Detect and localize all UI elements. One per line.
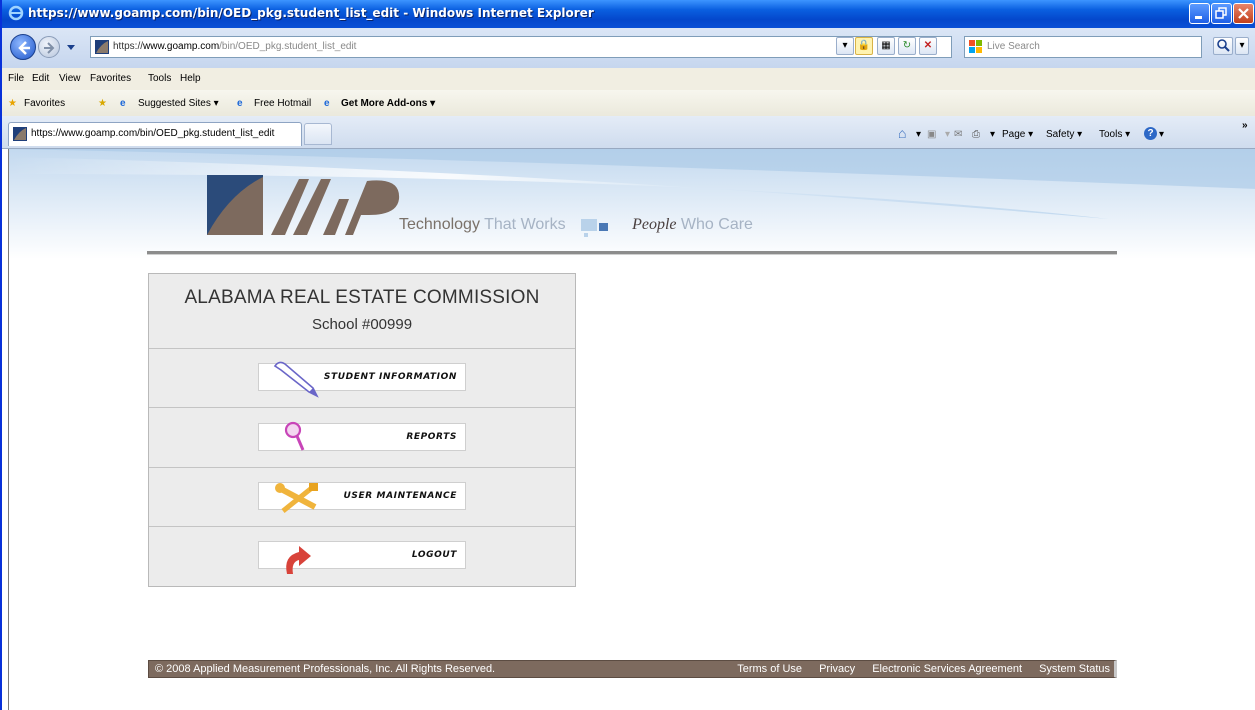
search-input[interactable]: Live Search	[964, 36, 1202, 58]
tagline-that-works: That Works	[479, 216, 566, 233]
live-search-icon	[969, 40, 982, 53]
footer-links: Terms of Use Privacy Electronic Services…	[723, 661, 1110, 677]
logout-arrow-icon	[286, 546, 311, 574]
back-button[interactable]	[10, 34, 36, 60]
free-hotmail-link[interactable]: Free Hotmail	[254, 98, 311, 109]
reports-button[interactable]: REPORTS	[258, 421, 466, 451]
agency-title: ALABAMA REAL ESTATE COMMISSION	[184, 287, 540, 308]
url-host: www.goamp.com	[143, 41, 220, 52]
safety-menu[interactable]: Safety ▾	[1046, 129, 1082, 140]
read-mail-icon[interactable]: ✉	[954, 129, 962, 140]
url-scheme: https://	[113, 41, 144, 52]
menu-tools[interactable]: Tools	[148, 73, 171, 84]
print-icon[interactable]: ⎙	[972, 129, 980, 140]
magnifier-icon	[284, 421, 305, 451]
address-toolbar: https://www.goamp.com/bin/OED_pkg.studen…	[2, 28, 1255, 68]
close-button[interactable]	[1233, 3, 1254, 24]
amp-favicon-icon	[13, 127, 27, 141]
print-dropdown-icon[interactable]: ▾	[990, 129, 995, 140]
menu-row-reports: REPORTS	[149, 408, 575, 468]
user-maintenance-label: USER MAINTENANCE	[343, 491, 457, 501]
back-arrow-icon	[18, 41, 30, 55]
logout-label: LOGOUT	[411, 550, 457, 560]
privacy-link[interactable]: Privacy	[819, 663, 855, 675]
student-information-label: STUDENT INFORMATION	[323, 372, 457, 382]
copyright-text: © 2008 Applied Measurement Professionals…	[155, 663, 496, 675]
electronic-services-agreement-link[interactable]: Electronic Services Agreement	[872, 663, 1022, 675]
ie-page-icon: e	[324, 98, 330, 109]
new-tab-button[interactable]	[304, 123, 332, 145]
favorites-button[interactable]: Favorites	[24, 98, 65, 109]
search-options-button[interactable]: ▾	[1235, 37, 1249, 55]
menu-edit[interactable]: Edit	[32, 73, 49, 84]
recent-pages-dropdown[interactable]	[66, 44, 76, 52]
logout-button[interactable]: LOGOUT	[258, 541, 466, 574]
tagline-people: People	[632, 216, 677, 233]
tab-label: https://www.goamp.com/bin/OED_pkg.studen…	[31, 128, 275, 139]
menu-file[interactable]: File	[8, 73, 24, 84]
menu-row-logout: LOGOUT	[149, 526, 575, 585]
ie-page-icon: e	[237, 98, 243, 109]
lock-icon[interactable]: 🔒	[855, 37, 873, 55]
browser-window: https://www.goamp.com/bin/OED_pkg.studen…	[0, 0, 1255, 710]
tab-active[interactable]: https://www.goamp.com/bin/OED_pkg.studen…	[8, 122, 302, 146]
reports-label: REPORTS	[406, 432, 457, 442]
magnifier-search-icon	[1217, 39, 1230, 52]
search-button[interactable]	[1213, 37, 1233, 55]
system-status-link[interactable]: System Status	[1039, 663, 1110, 675]
add-favorite-icon[interactable]: ★	[98, 98, 107, 109]
menu-view[interactable]: View	[59, 73, 81, 84]
stop-icon[interactable]: ✕	[919, 37, 937, 55]
menu-help[interactable]: Help	[180, 73, 201, 84]
menu-row-user-maintenance: USER MAINTENANCE	[149, 467, 575, 527]
pen-icon	[273, 361, 319, 398]
url-path: /bin/OED_pkg.student_list_edit	[219, 41, 357, 52]
title-bar: https://www.goamp.com/bin/OED_pkg.studen…	[2, 0, 1255, 28]
help-icon[interactable]: ?	[1144, 127, 1157, 140]
compatibility-view-icon[interactable]: ▦	[877, 37, 895, 55]
favorites-bar: ★ Favorites ★ e Suggested Sites ▾ e Free…	[2, 90, 1255, 116]
ie-icon	[8, 5, 24, 21]
user-maintenance-button[interactable]: USER MAINTENANCE	[258, 482, 466, 513]
page-menu[interactable]: Page ▾	[1002, 129, 1033, 140]
header-banner	[9, 149, 1255, 259]
home-dropdown-icon[interactable]: ▾	[916, 129, 921, 140]
chevron-more-icon[interactable]: »	[1242, 120, 1248, 131]
menu-bar: File Edit View Favorites Tools Help	[2, 68, 1255, 90]
feeds-icon[interactable]: ▣	[927, 129, 936, 140]
page-content: Technology That Works People Who Care AL…	[8, 149, 1255, 710]
page-footer: © 2008 Applied Measurement Professionals…	[148, 660, 1117, 678]
address-field[interactable]: https://www.goamp.com/bin/OED_pkg.studen…	[90, 36, 952, 58]
tab-row: https://www.goamp.com/bin/OED_pkg.studen…	[2, 116, 1255, 149]
refresh-icon[interactable]: ↻	[898, 37, 916, 55]
forward-button[interactable]	[38, 36, 60, 58]
suggested-sites-link[interactable]: Suggested Sites ▾	[138, 98, 219, 109]
minimize-button[interactable]	[1189, 3, 1210, 24]
terms-of-use-link[interactable]: Terms of Use	[737, 663, 802, 675]
tagline-technology: Technology	[399, 216, 480, 233]
ie-logo-icon: e	[120, 98, 126, 109]
window-title: https://www.goamp.com/bin/OED_pkg.studen…	[28, 6, 594, 20]
amp-favicon-icon	[95, 40, 109, 54]
tagline-who-care: Who Care	[676, 216, 753, 233]
feeds-dropdown-icon[interactable]: ▾	[945, 129, 950, 140]
get-addons-link[interactable]: Get More Add-ons ▾	[341, 98, 435, 109]
banner-tagline: Technology That Works People Who Care	[399, 216, 753, 234]
menu-row-student-information: STUDENT INFORMATION	[149, 348, 575, 408]
school-number: School #00999	[311, 316, 413, 333]
help-dropdown-icon[interactable]: ▾	[1159, 129, 1164, 140]
student-information-button[interactable]: STUDENT INFORMATION	[258, 361, 466, 398]
main-menu-panel: ALABAMA REAL ESTATE COMMISSION School #0…	[148, 273, 576, 587]
panel-header: ALABAMA REAL ESTATE COMMISSION School #0…	[149, 274, 575, 349]
header-divider	[147, 251, 1117, 255]
forward-arrow-icon	[44, 42, 55, 54]
address-dropdown-button[interactable]: ▾	[836, 37, 854, 55]
home-icon[interactable]: ⌂	[898, 125, 906, 141]
menu-favorites[interactable]: Favorites	[90, 73, 131, 84]
tools-menu[interactable]: Tools ▾	[1099, 129, 1130, 140]
search-placeholder: Live Search	[987, 41, 1040, 52]
restore-button[interactable]	[1211, 3, 1232, 24]
tools-icon	[275, 483, 318, 513]
favorites-star-icon: ★	[8, 98, 17, 109]
